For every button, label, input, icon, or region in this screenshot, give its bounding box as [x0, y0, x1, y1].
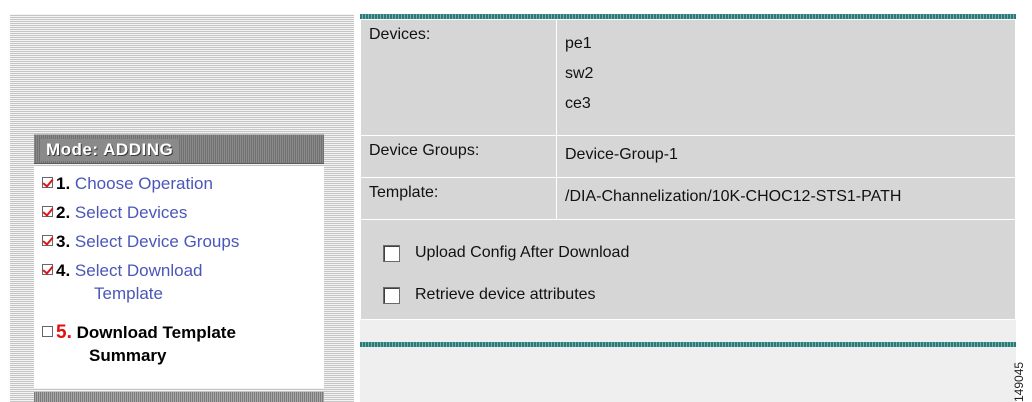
- devices-label: Devices:: [360, 19, 557, 136]
- retrieve-attributes-option[interactable]: Retrieve device attributes: [383, 274, 1015, 316]
- wizard-step-choose-operation[interactable]: 1. Choose Operation: [42, 172, 213, 195]
- step-label-continued[interactable]: Template: [42, 282, 203, 305]
- step-number-current: 5.: [56, 322, 72, 343]
- retrieve-attributes-label[interactable]: Retrieve device attributes: [415, 286, 596, 304]
- wizard-step-select-devices[interactable]: 2. Select Devices: [42, 201, 187, 224]
- summary-table: Devices: pe1 sw2 ce3 Device Groups: Devi…: [360, 19, 1016, 320]
- mode-label: Mode: ADDING: [40, 139, 180, 161]
- step-number: 2.: [56, 203, 71, 222]
- wizard-step-download-template-summary: 5. Download Template Summary: [42, 321, 236, 367]
- step-checked-icon: [42, 235, 53, 246]
- device-item: ce3: [565, 95, 591, 112]
- template-value: /DIA-Channelization/10K-CHOC12-STS1-PATH: [556, 177, 1016, 220]
- wizard-step-select-device-groups[interactable]: 3. Select Device Groups: [42, 230, 239, 253]
- device-groups-label: Device Groups:: [360, 135, 557, 178]
- wizard-step-select-download-template[interactable]: 4. Select Download Template: [42, 259, 203, 305]
- template-label: Template:: [360, 177, 557, 220]
- step-number: 1.: [56, 174, 71, 193]
- bottom-divider: [360, 342, 1016, 347]
- upload-config-checkbox[interactable]: [383, 244, 400, 262]
- device-item: sw2: [565, 65, 594, 82]
- step-label[interactable]: Choose Operation: [75, 174, 213, 193]
- step-label-continued: Summary: [89, 346, 167, 365]
- devices-list: pe1 sw2 ce3: [556, 19, 1016, 136]
- retrieve-attributes-checkbox[interactable]: [383, 286, 400, 304]
- device-groups-row: Device Groups: Device-Group-1: [360, 135, 1016, 178]
- wizard-steps: 1. Choose Operation 2. Select Devices 3.…: [34, 166, 324, 388]
- step-label-current: Download Template: [76, 323, 236, 342]
- step-unchecked-icon: [42, 326, 53, 337]
- device-item: pe1: [565, 35, 592, 52]
- figure-id: 149045: [1012, 361, 1026, 402]
- device-groups-value: Device-Group-1: [556, 135, 1016, 178]
- mode-banner: Mode: ADDING: [34, 134, 324, 164]
- step-checked-icon: [42, 206, 53, 217]
- step-label[interactable]: Select Devices: [75, 203, 187, 222]
- step-label[interactable]: Select Device Groups: [75, 232, 239, 251]
- step-checked-icon: [42, 264, 53, 275]
- devices-row: Devices: pe1 sw2 ce3: [360, 19, 1016, 136]
- options-row: Upload Config After Download Retrieve de…: [360, 219, 1016, 320]
- upload-config-option[interactable]: Upload Config After Download: [383, 232, 1015, 274]
- summary-panel: Devices: pe1 sw2 ce3 Device Groups: Devi…: [360, 14, 1016, 402]
- step-label[interactable]: Select Download: [75, 261, 203, 280]
- step-number: 4.: [56, 261, 71, 280]
- wizard-footer-bar: [34, 392, 324, 402]
- upload-config-label[interactable]: Upload Config After Download: [415, 244, 629, 262]
- template-row: Template: /DIA-Channelization/10K-CHOC12…: [360, 177, 1016, 220]
- step-checked-icon: [42, 177, 53, 188]
- options-cell: Upload Config After Download Retrieve de…: [360, 219, 1016, 320]
- step-number: 3.: [56, 232, 71, 251]
